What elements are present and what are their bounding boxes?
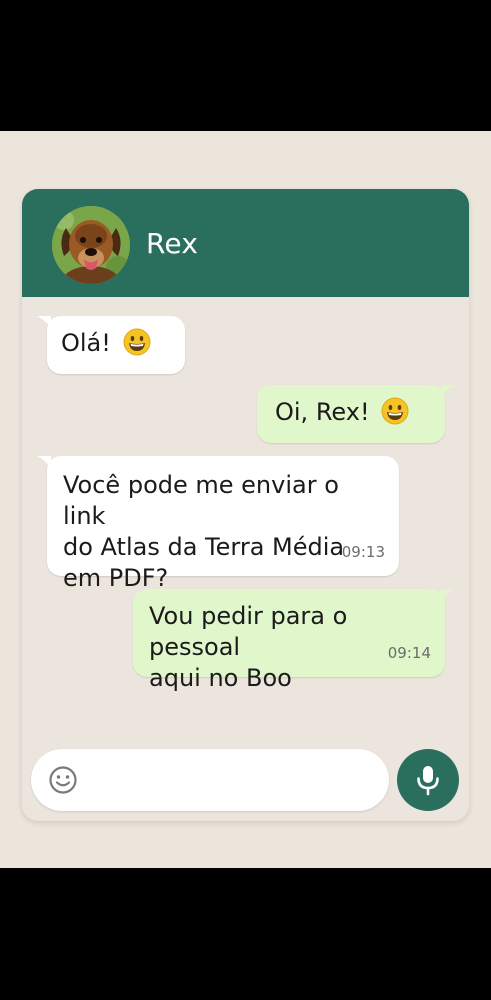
bubble-tail [37,316,51,328]
bubble-tail [441,385,455,397]
message-input[interactable] [93,763,373,797]
bubble-tail [37,456,51,468]
message-bubble-incoming[interactable]: Olá! [37,316,185,374]
chat-screen: Rex Olá! Oi, Rex! Você pode me enviar o … [0,131,491,868]
grinning-face-emoji-icon [123,328,151,356]
message-text: Você pode me enviar o link do Atlas da T… [63,471,345,592]
dog-avatar-icon [52,206,130,284]
grinning-face-emoji-icon [381,397,409,425]
message-text: Oi, Rex! [275,398,370,426]
contact-name[interactable]: Rex [146,227,198,260]
microphone-icon [417,766,439,796]
message-bubble-outgoing[interactable]: Oi, Rex! [257,385,455,443]
message-bubble-outgoing[interactable]: Vou pedir para o pessoal aqui no Boo 09:… [133,589,455,692]
smiley-icon[interactable] [48,765,78,795]
message-timestamp: 09:14 [387,644,431,662]
chat-header: Rex [22,189,469,297]
message-timestamp: 09:13 [341,543,385,561]
contact-avatar[interactable] [52,206,130,284]
message-bubble-incoming[interactable]: Você pode me enviar o link do Atlas da T… [37,456,399,592]
message-text: Olá! [61,329,111,357]
microphone-button[interactable] [397,749,459,811]
message-composer [31,749,389,811]
bubble-tail [441,589,455,601]
chat-window: Rex Olá! Oi, Rex! Você pode me enviar o … [22,189,469,821]
